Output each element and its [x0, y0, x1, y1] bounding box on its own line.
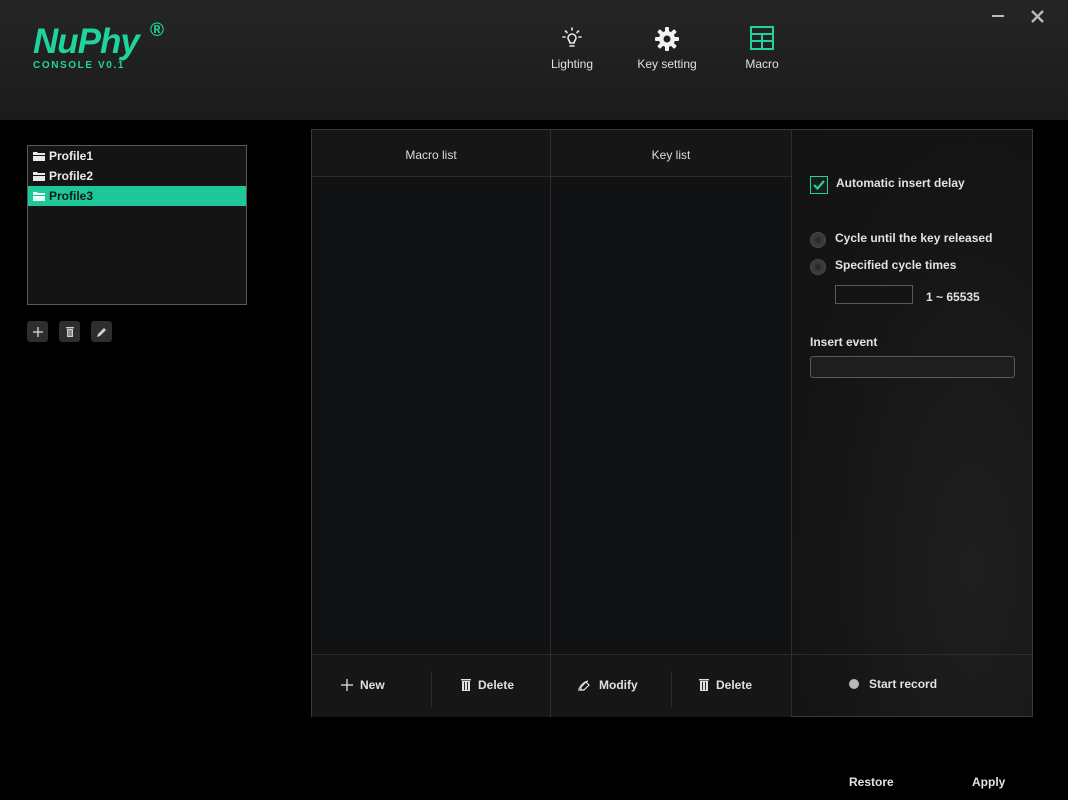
- gear-icon: [622, 24, 712, 54]
- tab-key-setting[interactable]: Key setting: [622, 24, 712, 71]
- delete-macro-button[interactable]: Delete: [460, 673, 514, 697]
- macro-list[interactable]: [312, 177, 550, 654]
- delete-key-label: Delete: [716, 678, 753, 692]
- apply-button[interactable]: Apply: [972, 775, 1005, 789]
- profile-label: Profile1: [49, 149, 94, 163]
- close-button[interactable]: [1027, 6, 1049, 28]
- cycle-until-release-radio[interactable]: [810, 232, 826, 248]
- key-list-header: Key list: [551, 130, 791, 177]
- tab-key-setting-label: Key setting: [637, 57, 697, 71]
- nuphy-logo: NuPhy ® CONSOLE V0.1: [33, 20, 164, 71]
- tab-lighting-label: Lighting: [550, 57, 594, 71]
- minimize-icon: [992, 15, 1004, 17]
- key-list-footer: Modify Delete: [551, 654, 791, 717]
- close-icon: [1031, 10, 1044, 23]
- trash-icon: [461, 679, 471, 691]
- delete-macro-label: Delete: [478, 678, 515, 692]
- profile-item[interactable]: Profile2: [28, 166, 246, 186]
- divider: [671, 671, 672, 707]
- specified-cycle-times-radio[interactable]: [810, 259, 826, 275]
- macro-list-footer: New Delete: [312, 654, 550, 717]
- logo-text: NuPhy: [33, 22, 140, 61]
- folder-icon: [33, 172, 45, 181]
- delete-profile-button[interactable]: [59, 321, 80, 342]
- grid-icon: [717, 24, 807, 54]
- pencil-icon: [96, 327, 106, 337]
- trash-icon: [65, 326, 74, 337]
- add-profile-button[interactable]: [27, 321, 48, 342]
- macro-list-column: Macro list New Delete: [312, 130, 550, 717]
- modify-key-button[interactable]: Modify: [577, 673, 638, 697]
- plus-icon: [341, 679, 353, 691]
- edit-icon: [578, 680, 590, 691]
- rename-profile-button[interactable]: [91, 321, 112, 342]
- tab-macro[interactable]: Macro: [717, 24, 807, 71]
- new-macro-button[interactable]: New: [340, 673, 385, 697]
- specified-cycle-times-label: Specified cycle times: [835, 258, 957, 272]
- divider: [431, 671, 432, 707]
- cycle-until-release-label: Cycle until the key released: [835, 231, 993, 245]
- key-list[interactable]: [551, 177, 791, 654]
- profile-label: Profile3: [49, 189, 94, 203]
- delete-key-button[interactable]: Delete: [698, 673, 752, 697]
- restore-button[interactable]: Restore: [849, 775, 894, 789]
- logo-registered-mark: ®: [150, 20, 164, 41]
- minimize-button[interactable]: [987, 6, 1009, 28]
- new-macro-label: New: [360, 678, 385, 692]
- macro-options-panel: Automatic insert delay Cycle until the k…: [792, 130, 1032, 716]
- divider: [792, 654, 1032, 655]
- record-dot-icon: [849, 679, 859, 689]
- start-record-button[interactable]: Start record: [842, 670, 972, 698]
- tab-lighting[interactable]: Lighting: [527, 24, 617, 71]
- profile-label: Profile2: [49, 169, 94, 183]
- profile-item[interactable]: Profile1: [28, 146, 246, 166]
- modify-key-label: Modify: [599, 678, 638, 692]
- app-header: NuPhy ® CONSOLE V0.1 Lighting Key settin…: [0, 0, 1068, 120]
- start-record-label: Start record: [869, 677, 938, 691]
- add-icon: [32, 326, 43, 337]
- key-list-column: Key list Modify Delete: [551, 130, 791, 717]
- insert-event-label: Insert event: [810, 335, 878, 349]
- folder-icon: [33, 152, 45, 161]
- auto-insert-delay-label: Automatic insert delay: [836, 176, 965, 190]
- macro-panel: Macro list New Delete Key list Modify De…: [311, 129, 1033, 717]
- auto-insert-delay-checkbox[interactable]: [810, 176, 828, 194]
- checkmark-icon: [813, 180, 825, 191]
- lightbulb-icon: [527, 24, 617, 54]
- insert-event-field[interactable]: [810, 356, 1015, 378]
- profile-list: Profile1 Profile2 Profile3: [27, 145, 247, 305]
- cycle-range-label: 1 ~ 65535: [926, 290, 980, 304]
- logo-subtitle: CONSOLE V0.1: [33, 60, 125, 71]
- profile-item-selected[interactable]: Profile3: [28, 186, 246, 206]
- folder-icon: [33, 192, 45, 201]
- macro-list-header: Macro list: [312, 130, 550, 177]
- trash-icon: [699, 679, 709, 691]
- tab-macro-label: Macro: [745, 57, 779, 71]
- cycle-times-input[interactable]: [835, 285, 913, 304]
